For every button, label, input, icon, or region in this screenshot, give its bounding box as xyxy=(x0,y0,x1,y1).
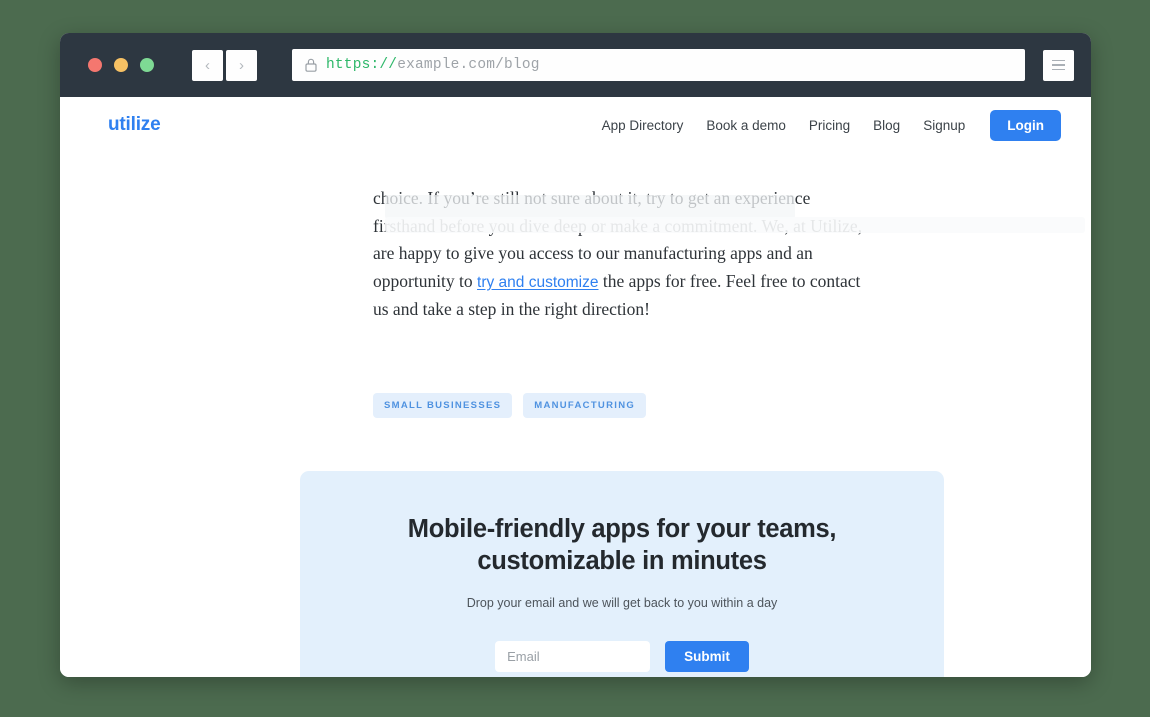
forward-button[interactable]: › xyxy=(226,49,257,81)
lock-icon xyxy=(305,58,317,72)
scrolled-content-fade xyxy=(385,195,795,219)
primary-navigation: App Directory Book a demo Pricing Blog S… xyxy=(602,109,1061,141)
tag-list: Small Businesses Manufacturing xyxy=(373,392,1043,418)
close-window-icon[interactable] xyxy=(88,58,102,72)
tag-small-businesses[interactable]: Small Businesses xyxy=(373,392,513,418)
login-button[interactable]: Login xyxy=(990,109,1061,141)
email-input[interactable] xyxy=(495,640,651,672)
cta-title: Mobile-friendly apps for your teams, cus… xyxy=(407,514,837,575)
page-viewport: utilize App Directory Book a demo Pricin… xyxy=(60,97,1091,677)
nav-item-blog[interactable]: Blog xyxy=(873,118,900,133)
try-and-customize-link[interactable]: try and customize xyxy=(477,274,598,291)
scrolled-content-fade-secondary xyxy=(385,217,1085,233)
site-header: utilize App Directory Book a demo Pricin… xyxy=(60,97,1091,153)
back-button[interactable]: ‹ xyxy=(192,49,223,81)
submit-button[interactable]: Submit xyxy=(665,640,749,672)
address-bar-text: https://example.com/blog xyxy=(326,57,540,73)
navigation-buttons: ‹ › xyxy=(192,49,257,81)
nav-item-pricing[interactable]: Pricing xyxy=(809,118,850,133)
window-controls xyxy=(88,58,154,72)
site-logo[interactable]: utilize xyxy=(108,114,161,136)
nav-item-book-a-demo[interactable]: Book a demo xyxy=(706,118,786,133)
hamburger-menu-icon[interactable] xyxy=(1043,49,1074,81)
nav-item-signup[interactable]: Signup xyxy=(923,118,965,133)
url-host-path: example.com/blog xyxy=(397,57,540,73)
browser-toolbar: ‹ › https://example.com/blog xyxy=(60,33,1091,97)
nav-item-app-directory[interactable]: App Directory xyxy=(602,118,684,133)
browser-window: ‹ › https://example.com/blog utilize App… xyxy=(60,33,1091,677)
minimize-window-icon[interactable] xyxy=(114,58,128,72)
address-bar[interactable]: https://example.com/blog xyxy=(292,49,1025,81)
tag-manufacturing[interactable]: Manufacturing xyxy=(523,392,647,418)
newsletter-cta-card: Mobile-friendly apps for your teams, cus… xyxy=(300,470,944,677)
cta-subtitle: Drop your email and we will get back to … xyxy=(466,595,778,610)
page-content: choice. If you’re still not sure about i… xyxy=(60,97,1091,677)
url-scheme: https:// xyxy=(326,57,398,73)
newsletter-form: Submit xyxy=(360,640,884,672)
maximize-window-icon[interactable] xyxy=(140,58,154,72)
